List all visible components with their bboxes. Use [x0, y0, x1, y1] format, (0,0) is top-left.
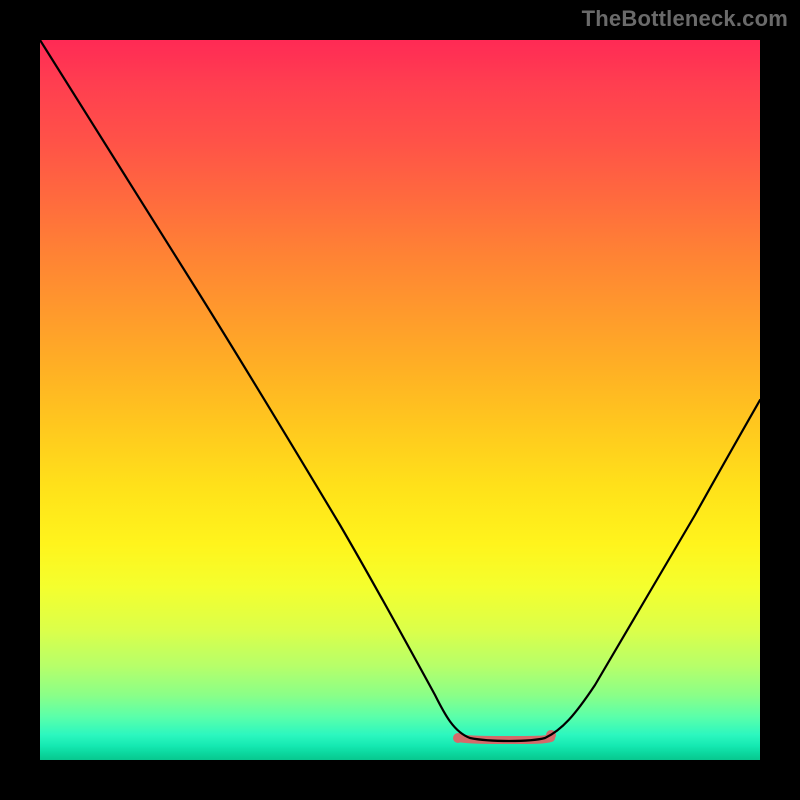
attribution-text: TheBottleneck.com	[582, 6, 788, 32]
chart-container: TheBottleneck.com	[0, 0, 800, 800]
plot-area	[40, 40, 760, 760]
curve-svg	[40, 40, 760, 760]
bottleneck-curve	[40, 40, 760, 741]
